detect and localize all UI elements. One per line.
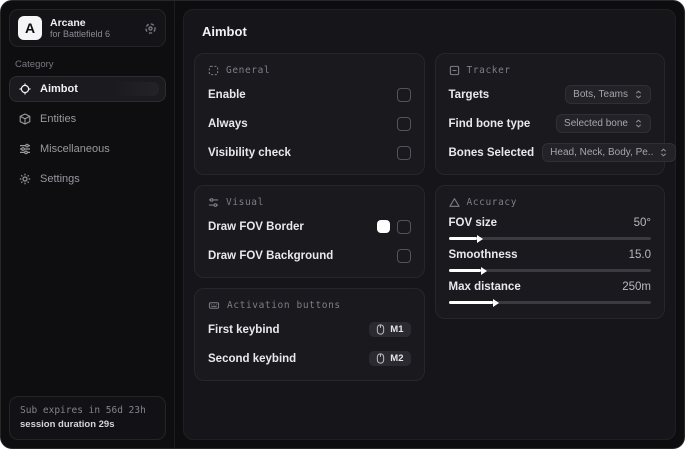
mouse-icon [376,353,385,364]
tracker-card: Tracker Targets Bots, Teams Find bone ty… [434,53,677,175]
app-titles: Arcane for Battlefield 6 [50,17,136,39]
slider-fill [448,237,477,240]
smoothness-value: 15.0 [628,249,651,261]
triangle-icon [448,197,460,208]
keybind-value: M1 [390,324,404,335]
chevrons-up-down-icon [634,89,643,100]
general-card: General Enable Always Visibility check [194,53,425,175]
setting-row-second-keybind: Second keybind M2 [208,348,411,369]
fov-size-value: 50° [633,217,651,229]
always-checkbox[interactable] [396,116,411,131]
keyboard-icon [208,300,220,311]
sidebar-item-label: Aimbot [40,83,78,95]
setting-row-visibility-check: Visibility check [208,142,411,163]
targets-dropdown[interactable]: Bots, Teams [565,85,651,104]
sidebar-item-label: Entities [40,113,77,125]
card-title: Visual [226,197,264,208]
card-title: Tracker [466,65,511,76]
page-title: Aimbot [202,24,247,39]
right-column: Tracker Targets Bots, Teams Find bone ty… [434,53,677,319]
setting-row-draw-fov-background: Draw FOV Background [208,245,411,266]
setting-row-bones-selected: Bones Selected Head, Neck, Body, Pe.. [449,142,677,163]
max-distance-value: 250m [622,281,651,293]
app-subtitle: for Battlefield 6 [50,28,111,39]
sidebar-nav: Aimbot Entities Miscellaneous Settings [9,76,166,192]
second-keybind-button[interactable]: M2 [369,351,411,366]
main-panel: Aimbot General Enable Always Visibility … [183,9,677,440]
card-title: Activation buttons [227,300,341,311]
sliders-icon [19,143,31,155]
dropdown-value: Bots, Teams [573,89,628,100]
loader-gear-icon[interactable] [144,22,157,35]
session-duration-text: session duration 29s [20,418,115,430]
gear-icon [19,173,31,185]
sidebar: A Arcane for Battlefield 6 Category Aimb… [1,1,175,448]
slider-fill [448,301,494,304]
keybind-value: M2 [390,353,404,364]
setting-row-always: Always [208,113,411,134]
fov-size-slider-group: FOV size 50° [448,217,651,240]
find-bone-type-dropdown[interactable]: Selected bone [556,114,651,133]
main-area: Aimbot General Enable Always Visibility … [175,1,684,448]
smoothness-slider[interactable] [448,269,651,272]
chevrons-up-down-icon [634,118,643,129]
bones-selected-dropdown[interactable]: Head, Neck, Body, Pe.. [542,143,677,162]
subscription-info: Sub expires in 56d 23h session duration … [9,395,166,440]
cube-icon [19,113,31,125]
sidebar-item-entities[interactable]: Entities [9,106,166,132]
draw-fov-background-checkbox[interactable] [396,248,411,263]
sidebar-item-miscellaneous[interactable]: Miscellaneous [9,136,166,162]
fov-size-slider[interactable] [448,237,651,240]
card-title: General [226,65,271,76]
crosshair-icon [19,83,31,95]
scan-box-icon [449,65,460,76]
first-keybind-button[interactable]: M1 [369,322,411,337]
accuracy-card: Accuracy FOV size 50° Smoothness 15.0 Ma… [434,185,665,319]
enable-checkbox[interactable] [396,87,411,102]
mouse-icon [376,324,385,335]
chevrons-up-down-icon [659,147,668,158]
max-distance-slider[interactable] [448,301,651,304]
draw-fov-border-checkbox[interactable] [396,219,411,234]
max-distance-slider-group: Max distance 250m [448,281,651,304]
visibility-check-checkbox[interactable] [396,145,411,160]
left-column: General Enable Always Visibility check V… [194,53,425,381]
visual-card: Visual Draw FOV Border Draw FOV Backgrou… [194,185,425,278]
sidebar-header: A Arcane for Battlefield 6 [9,9,166,47]
sidebar-item-settings[interactable]: Settings [9,166,166,192]
sub-expires-text: Sub expires in 56d 23h [20,404,146,416]
dropdown-value: Head, Neck, Body, Pe.. [550,147,654,158]
slider-fill [448,269,481,272]
category-label: Category [15,59,54,70]
setting-row-targets: Targets Bots, Teams [449,84,651,105]
app-logo: A [18,16,42,40]
setting-row-first-keybind: First keybind M1 [208,319,411,340]
setting-row-enable: Enable [208,84,411,105]
dropdown-value: Selected bone [564,118,628,129]
card-title: Accuracy [466,197,518,208]
smoothness-slider-group: Smoothness 15.0 [448,249,651,272]
grid-dots-icon [208,65,219,76]
sidebar-item-label: Settings [40,173,80,185]
setting-row-draw-fov-border: Draw FOV Border [208,216,411,237]
app-name: Arcane [50,16,86,29]
adjust-sliders-icon [208,197,219,208]
activation-buttons-card: Activation buttons First keybind M1 Seco… [194,288,425,381]
fov-border-color-swatch[interactable] [376,220,390,233]
sidebar-item-aimbot[interactable]: Aimbot [9,76,166,102]
setting-row-find-bone-type: Find bone type Selected bone [449,113,651,134]
sidebar-item-label: Miscellaneous [40,143,110,155]
app-window: A Arcane for Battlefield 6 Category Aimb… [0,0,685,449]
